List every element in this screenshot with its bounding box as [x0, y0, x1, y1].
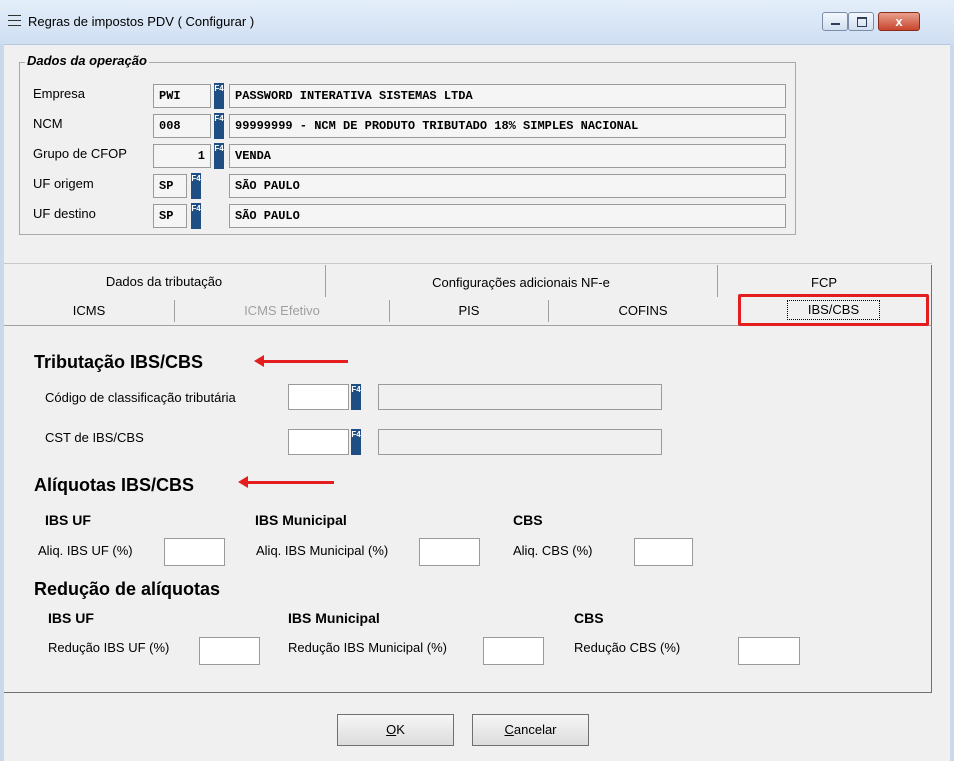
minimize-button[interactable]	[822, 12, 848, 31]
uf-origem-lookup-button[interactable]: F4	[191, 173, 201, 199]
cancel-hotkey: C	[504, 722, 514, 737]
tributacao-heading: Tributação IBS/CBS	[34, 352, 204, 372]
tab-ibs-cbs-label: IBS/CBS	[786, 300, 881, 320]
cst-description	[378, 429, 662, 455]
annotation-arrow-icon	[238, 476, 334, 488]
red-ibs-uf-input[interactable]	[199, 637, 260, 665]
cst-label: CST de IBS/CBS	[45, 430, 144, 445]
ok-button[interactable]: OK	[337, 714, 454, 746]
cst-lookup-button[interactable]: F4	[351, 429, 361, 455]
ncm-code-field[interactable]: 008	[153, 114, 211, 138]
aliq-ibs-municipal-label: Aliq. IBS Municipal (%)	[256, 543, 389, 558]
red-ibs-municipal-input[interactable]	[483, 637, 544, 665]
aliq-ibs-uf-group: IBS UF	[45, 512, 91, 528]
empresa-lookup-button[interactable]: F4	[214, 83, 224, 109]
tab-icms[interactable]: ICMS	[4, 298, 174, 324]
tab-dados-tributacao[interactable]: Dados da tributação	[4, 265, 324, 297]
aliquotas-heading: Alíquotas IBS/CBS	[34, 475, 195, 495]
ok-hotkey: O	[386, 722, 397, 737]
empresa-label: Empresa	[33, 86, 86, 101]
cancel-label: ancelar	[513, 722, 557, 737]
aliq-ibs-uf-input[interactable]	[164, 538, 225, 566]
aliq-cbs-label: Aliq. CBS (%)	[513, 543, 593, 558]
cfop-description-field: VENDA	[229, 144, 786, 168]
uf-origem-code-field[interactable]: SP	[153, 174, 187, 198]
tab-config-adicionais[interactable]: Configurações adicionais NF-e	[326, 265, 716, 297]
tab-cofins[interactable]: COFINS	[549, 298, 737, 324]
empresa-code-field[interactable]: PWI	[153, 84, 211, 108]
red-cbs-label: Redução CBS (%)	[574, 640, 681, 655]
window-title: Regras de impostos PDV ( Configurar )	[28, 14, 255, 29]
class-code-label: Código de classificação tributária	[45, 390, 236, 405]
red-ibs-uf-group: IBS UF	[48, 610, 94, 626]
ncm-lookup-button[interactable]: F4	[214, 113, 224, 139]
menu-icon[interactable]	[8, 15, 21, 26]
tab-icms-efetivo: ICMS Efetivo	[244, 303, 320, 318]
uf-origem-label: UF origem	[33, 176, 94, 191]
cancel-button[interactable]: Cancelar	[472, 714, 589, 746]
red-cbs-input[interactable]	[738, 637, 800, 665]
annotation-arrow-icon	[254, 355, 348, 367]
aliq-cbs-input[interactable]	[634, 538, 693, 566]
red-cbs-group: CBS	[574, 610, 604, 626]
red-ibs-municipal-group: IBS Municipal	[288, 610, 380, 626]
tab-strip-top-line	[4, 263, 932, 264]
ncm-label: NCM	[33, 116, 63, 131]
uf-destino-lookup-button[interactable]: F4	[191, 203, 201, 229]
reducao-heading: Redução de alíquotas	[34, 579, 221, 599]
tab-pis[interactable]: PIS	[390, 298, 548, 324]
operation-legend: Dados da operação	[25, 53, 149, 68]
cfop-label: Grupo de CFOP	[33, 146, 127, 161]
red-ibs-uf-label: Redução IBS UF (%)	[48, 640, 170, 655]
uf-destino-code-field[interactable]: SP	[153, 204, 187, 228]
aliq-ibs-uf-label: Aliq. IBS UF (%)	[38, 543, 133, 558]
red-ibs-municipal-label: Redução IBS Municipal (%)	[288, 640, 447, 655]
class-code-lookup-button[interactable]: F4	[351, 384, 361, 410]
class-code-description	[378, 384, 662, 410]
cst-input[interactable]	[288, 429, 349, 455]
aliq-ibs-municipal-input[interactable]	[419, 538, 480, 566]
tab-separator	[931, 265, 932, 325]
class-code-input[interactable]	[288, 384, 349, 410]
cfop-code-field[interactable]: 1	[153, 144, 211, 168]
maximize-button[interactable]	[848, 12, 874, 31]
uf-destino-description-field: SÃO PAULO	[229, 204, 786, 228]
tab-fcp[interactable]: FCP	[718, 265, 930, 297]
cfop-lookup-button[interactable]: F4	[214, 143, 224, 169]
empresa-description-field: PASSWORD INTERATIVA SISTEMAS LTDA	[229, 84, 786, 108]
title-bar: Regras de impostos PDV ( Configurar ) x	[0, 0, 954, 45]
ok-label: K	[396, 722, 405, 737]
aliq-cbs-group: CBS	[513, 512, 543, 528]
close-button[interactable]: x	[878, 12, 920, 31]
uf-destino-label: UF destino	[33, 206, 96, 221]
tab-ibs-cbs[interactable]: IBS/CBS	[738, 294, 929, 326]
uf-origem-description-field: SÃO PAULO	[229, 174, 786, 198]
aliq-ibs-municipal-group: IBS Municipal	[255, 512, 347, 528]
ncm-description-field: 99999999 - NCM DE PRODUTO TRIBUTADO 18% …	[229, 114, 786, 138]
